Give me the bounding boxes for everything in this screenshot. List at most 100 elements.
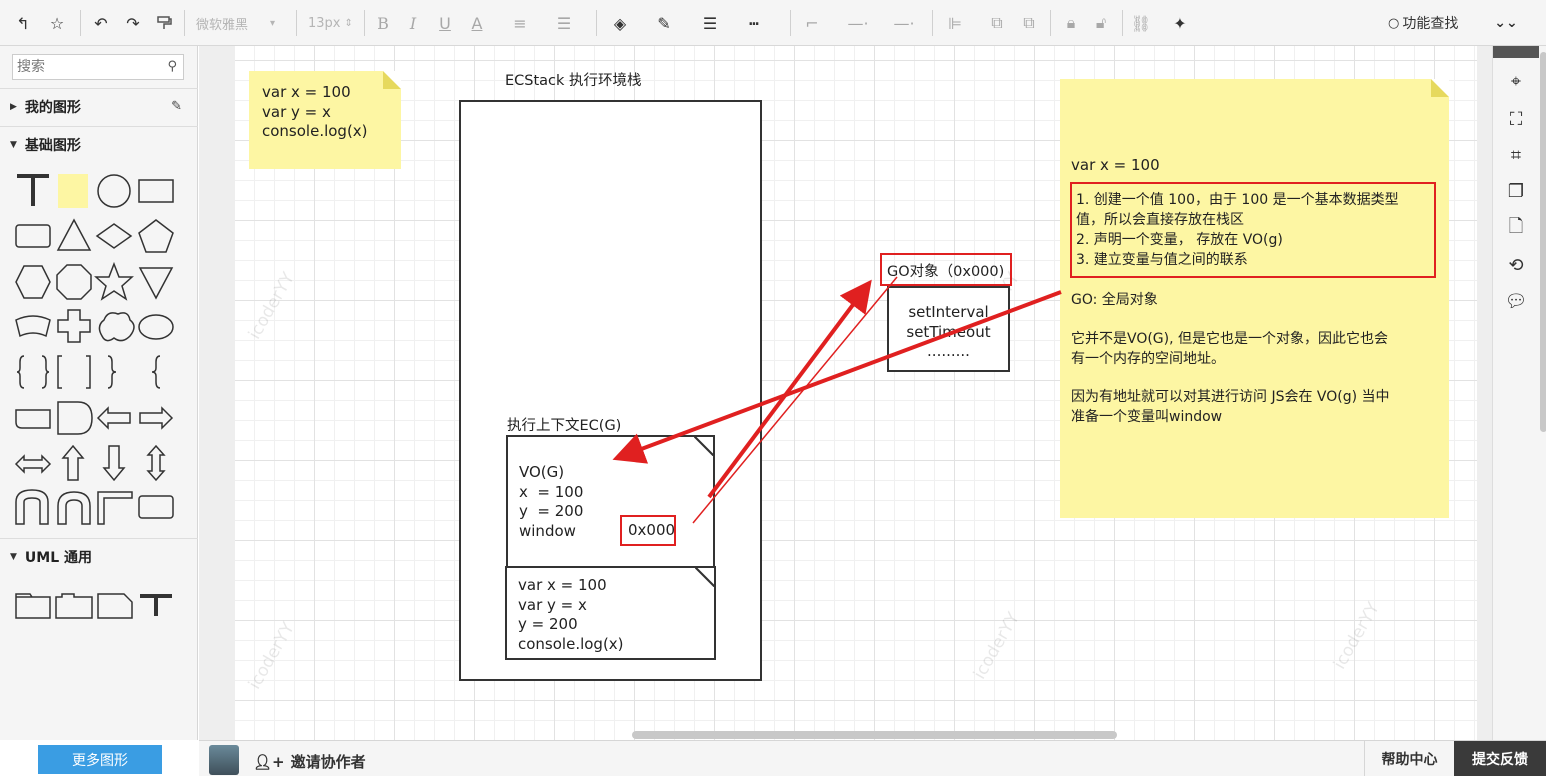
page-style-icon[interactable]: ⛶ <box>1501 104 1531 134</box>
avatar[interactable] <box>209 745 239 775</box>
tape-shape-icon[interactable] <box>57 401 93 435</box>
align-icon[interactable]: ≡ <box>508 9 532 37</box>
lock-icon[interactable]: 🔒︎ <box>1060 9 1082 37</box>
line-end-icon[interactable]: —· <box>884 9 924 37</box>
font-family-select[interactable]: 微软雅黑 ▾ <box>196 11 288 35</box>
annotation-arrows <box>612 276 1062 524</box>
cross-shape-icon[interactable] <box>57 309 91 343</box>
circle-shape-icon[interactable] <box>97 174 131 208</box>
more-shapes-button[interactable]: 更多图形 <box>38 745 162 774</box>
pentagon-shape-icon[interactable] <box>138 219 174 253</box>
feature-search[interactable]: ○ 功能查找 <box>1388 11 1458 35</box>
cloud-shape-icon[interactable] <box>98 312 135 342</box>
rectangle-shape-icon[interactable] <box>138 179 174 203</box>
arrow-to-go <box>707 279 872 499</box>
arrow-down-shape-icon[interactable] <box>102 445 126 482</box>
fill-color-icon[interactable]: ◈ <box>608 9 632 37</box>
undo-icon[interactable]: ↶ <box>88 9 114 37</box>
drawing-page[interactable]: icoderYY icoderYY icoderYY icoderYY icod… <box>235 46 1477 740</box>
line-spacing-icon[interactable]: ☰ <box>552 9 576 37</box>
rounded-rect-shape-icon[interactable] <box>15 224 51 248</box>
curly-brace-left-icon[interactable] <box>151 355 161 389</box>
inverted-triangle-shape-icon[interactable] <box>138 267 174 300</box>
arrow-left-shape-icon[interactable] <box>96 406 131 430</box>
toolbar-divider <box>296 10 297 36</box>
edit-icon[interactable]: ✎ <box>171 99 182 114</box>
comment-icon[interactable]: 💬︎ <box>1501 286 1531 316</box>
document-icon[interactable]: 🗋︎ <box>1501 214 1531 244</box>
unlock-icon[interactable]: 🔓︎ <box>1090 9 1112 37</box>
back-icon[interactable]: ↰ <box>10 9 36 37</box>
collapse-toolbar-icon[interactable]: ⌄⌄ <box>1494 9 1518 37</box>
section-basic-shapes[interactable]: ▼ 基础图形 <box>0 126 198 162</box>
page-size-icon[interactable]: ⌗ <box>1501 140 1531 170</box>
star-shape-icon[interactable] <box>94 261 134 301</box>
diamond-shape-icon[interactable] <box>95 223 133 249</box>
chevron-down-icon: ▼ <box>10 139 17 150</box>
ellipse-shape-icon[interactable] <box>138 314 174 340</box>
section-uml[interactable]: ▼ UML 通用 <box>0 538 198 574</box>
bring-front-icon[interactable]: ⧉ <box>986 9 1008 37</box>
feedback-button[interactable]: 提交反馈 <box>1454 741 1546 776</box>
package-shape-icon[interactable] <box>15 593 51 619</box>
basic-shapes-grid <box>14 174 174 525</box>
help-center-button[interactable]: 帮助中心 <box>1364 741 1454 776</box>
bracket-shape-icon[interactable] <box>57 355 91 389</box>
pin-icon[interactable]: ☆ <box>44 9 70 37</box>
brace-shape-icon[interactable] <box>16 355 50 389</box>
section-my-shapes[interactable]: ▶ 我的图形 ✎ <box>0 88 198 124</box>
note-uml-shape-icon[interactable] <box>97 593 133 619</box>
note-shape-icon[interactable] <box>58 174 88 208</box>
align-left-icon[interactable]: ⊫ <box>944 9 966 37</box>
font-family-value: 微软雅黑 <box>196 17 249 33</box>
text-uml-shape-icon[interactable] <box>140 594 172 616</box>
arrow-right-shape-icon[interactable] <box>139 406 174 430</box>
underline-icon[interactable]: U <box>434 9 456 37</box>
corner-shape-icon[interactable] <box>97 491 133 525</box>
link-icon[interactable]: ⛓ <box>1130 9 1152 37</box>
octagon-shape-icon[interactable] <box>56 264 92 300</box>
bend-arrow-shape-icon[interactable] <box>57 491 91 525</box>
line-start-icon[interactable]: —· <box>838 9 878 37</box>
search-icon[interactable]: ⚲ <box>167 59 177 74</box>
triangle-shape-icon[interactable] <box>56 218 92 251</box>
curly-brace-right-icon[interactable] <box>107 355 117 389</box>
magic-wand-icon[interactable]: ✦ <box>1168 9 1192 37</box>
pages-icon[interactable]: ❐ <box>1501 176 1531 206</box>
toolbar-divider <box>1122 10 1123 36</box>
folder-shape-icon[interactable] <box>55 593 93 619</box>
card-shape-icon[interactable] <box>15 315 51 338</box>
line-weight-icon[interactable]: ☰ <box>698 9 722 37</box>
bottom-bar: 👤︎+ 邀请协作者 帮助中心 提交反馈 <box>199 740 1546 776</box>
font-color-icon[interactable]: A <box>466 9 488 37</box>
rounded-rect-small-shape-icon[interactable] <box>138 495 174 519</box>
horizontal-scrollbar[interactable] <box>632 731 1117 739</box>
feature-search-label: 功能查找 <box>1402 16 1459 32</box>
arrow-up-shape-icon[interactable] <box>61 444 85 481</box>
line-style-icon[interactable]: ┅ <box>742 9 766 37</box>
chevron-down-icon: ▼ <box>10 551 17 562</box>
send-back-icon[interactable]: ⧉ <box>1018 9 1040 37</box>
arrow-both-shape-icon[interactable] <box>14 454 52 474</box>
invite-collaborator-button[interactable]: 👤︎+ 邀请协作者 <box>253 751 366 772</box>
crosshair-icon[interactable]: ⌖ <box>1501 66 1531 96</box>
right-toolbar: ⌖ ⛶ ⌗ ❐ 🗋︎ ⟲ 💬︎ <box>1492 46 1546 740</box>
font-size-select[interactable]: 13px ⇕ <box>308 11 360 35</box>
history-icon[interactable]: ⟲ <box>1501 250 1531 280</box>
section-label: 我的图形 <box>24 99 81 116</box>
format-painter-icon[interactable] <box>152 9 176 37</box>
text-shape-icon[interactable] <box>17 174 49 206</box>
vertical-scrollbar[interactable] <box>1540 52 1546 432</box>
u-turn-shape-icon[interactable] <box>15 489 49 525</box>
font-size-value: 13px <box>308 15 341 31</box>
connector-type-icon[interactable]: ⌐ <box>800 9 824 37</box>
canvas-area[interactable]: icoderYY icoderYY icoderYY icoderYY icod… <box>199 46 1492 740</box>
document-shape-icon[interactable] <box>15 409 51 429</box>
line-color-icon[interactable]: ✎ <box>652 9 676 37</box>
arrow-updown-shape-icon[interactable] <box>146 444 166 482</box>
italic-icon[interactable]: I <box>402 9 424 37</box>
shape-search-input[interactable] <box>13 55 153 79</box>
hexagon-shape-icon[interactable] <box>15 265 51 299</box>
redo-icon[interactable]: ↷ <box>120 9 146 37</box>
bold-icon[interactable]: B <box>372 9 394 37</box>
